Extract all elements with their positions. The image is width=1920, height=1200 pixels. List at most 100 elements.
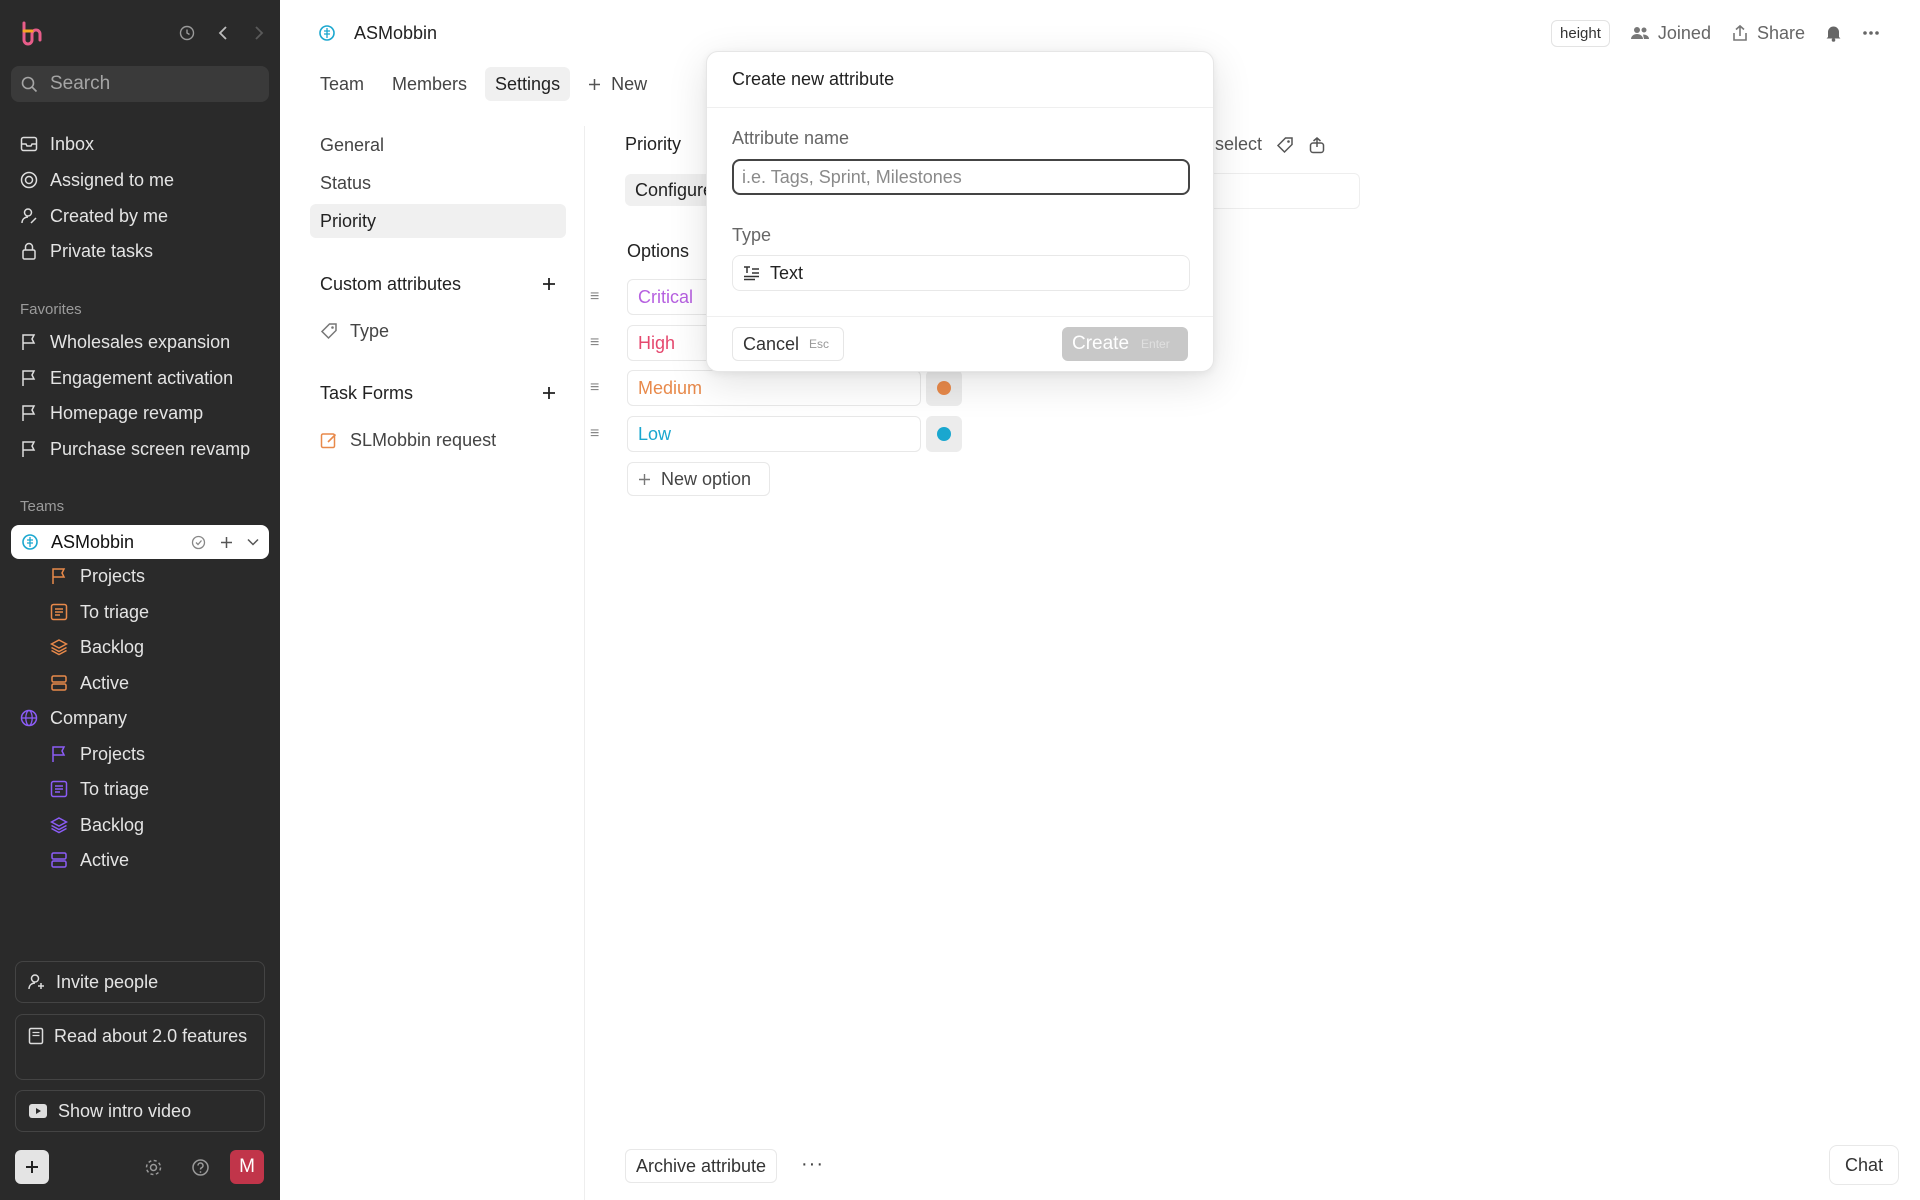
gear-icon[interactable] [144,1158,163,1177]
task-forms-heading: Task Forms [320,380,556,406]
task-form-item[interactable]: SLMobbin request [310,423,566,457]
bell-icon[interactable] [1825,24,1842,42]
sidebar-team-company[interactable]: Company [20,703,127,733]
stack-icon [50,851,68,869]
app-logo-icon[interactable] [18,20,44,46]
company-item-backlog[interactable]: Backlog [50,810,144,840]
forward-icon[interactable] [250,22,268,44]
tab-team[interactable]: Team [310,67,374,101]
company-item-projects[interactable]: Projects [50,739,145,769]
sidebar-item-private[interactable]: Private tasks [20,236,153,266]
more-icon[interactable]: ··· [801,1153,824,1176]
chevron-down-icon[interactable] [247,538,259,546]
intro-video-button[interactable]: Show intro video [15,1090,265,1132]
flag-icon [20,440,38,458]
check-circle-icon[interactable] [191,535,206,550]
history-icon[interactable] [178,22,196,44]
cancel-button[interactable]: Cancel Esc [732,327,845,361]
sidebar-item-assigned[interactable]: Assigned to me [20,165,174,195]
sidebar-item-inbox[interactable]: Inbox [20,129,94,159]
flag-icon [20,369,38,387]
tag-icon[interactable] [1276,136,1294,154]
search-placeholder: Search [50,73,111,94]
drag-handle-icon[interactable]: ≡ [590,288,599,306]
favorite-item[interactable]: Homepage revamp [20,398,203,428]
share-icon [1731,24,1749,42]
export-icon[interactable] [1308,136,1326,154]
chat-button[interactable]: Chat [1829,1145,1899,1185]
attribute-name-input[interactable] [732,159,1190,195]
height-badge[interactable]: height [1551,19,1610,47]
read-about-button[interactable]: Read about 2.0 features [15,1014,265,1080]
target-icon [20,171,38,189]
create-attribute-dialog: Create new attribute Attribute name Type… [706,51,1214,372]
stack-icon [50,674,68,692]
option-color-button[interactable] [926,416,962,452]
dialog-title: Create new attribute [732,69,895,89]
option-name-input[interactable]: Medium [627,370,921,406]
joined-button[interactable]: Joined [1630,23,1711,44]
team-item-triage[interactable]: To triage [50,597,149,627]
plus-icon[interactable] [220,536,233,549]
drag-handle-icon[interactable]: ≡ [590,425,599,443]
sidebar-item-created[interactable]: Created by me [20,201,168,231]
cancel-shortcut: Esc [809,337,830,351]
tag-icon [320,322,338,340]
plus-icon [638,473,651,486]
team-item-active[interactable]: Active [50,668,129,698]
divider [707,107,1213,108]
flag-icon [20,404,38,422]
option-row: ≡ Medium [590,370,990,406]
form-edit-icon [320,431,338,449]
new-option-button[interactable]: New option [627,462,770,496]
help-icon[interactable] [191,1158,210,1177]
flag-icon [20,333,38,351]
search-input[interactable]: Search [11,66,269,102]
attribute-description-field[interactable] [1208,173,1360,209]
flag-icon [50,567,68,585]
favorites-heading: Favorites [20,301,82,318]
flag-icon [50,745,68,763]
favorite-item[interactable]: Wholesales expansion [20,327,230,357]
color-dot [937,381,951,395]
add-attribute-plus-icon[interactable] [542,277,556,291]
archive-attribute-button[interactable]: Archive attribute [625,1149,778,1183]
avatar[interactable]: M [230,1150,264,1184]
drag-handle-icon[interactable]: ≡ [590,379,599,397]
team-brain-icon [318,24,336,42]
layers-icon [50,816,68,834]
team-item-backlog[interactable]: Backlog [50,632,144,662]
option-name-input[interactable]: Low [627,416,921,452]
text-type-icon [743,265,760,281]
company-item-triage[interactable]: To triage [50,774,149,804]
drag-handle-icon[interactable]: ≡ [590,334,599,352]
tab-new[interactable]: New [578,67,657,101]
company-item-active[interactable]: Active [50,845,129,875]
settings-nav-priority[interactable]: Priority [310,204,566,238]
sidebar-team-asmobbin[interactable]: ASMobbin [11,525,269,559]
type-label: Type [732,225,772,245]
create-shortcut: Enter [1141,337,1170,351]
option-row: ≡ Low [590,416,990,452]
search-icon [21,76,38,93]
settings-nav-general[interactable]: General [310,128,566,162]
back-icon[interactable] [214,22,232,44]
new-task-button[interactable] [15,1150,49,1184]
favorite-item[interactable]: Engagement activation [20,363,233,393]
type-select[interactable]: Text [732,255,1190,291]
plus-icon [588,78,601,91]
configure-button[interactable]: Configure [625,174,717,206]
invite-people-button[interactable]: Invite people [15,961,265,1003]
settings-nav-status[interactable]: Status [310,166,566,200]
add-form-plus-icon[interactable] [542,386,556,400]
custom-attribute-type[interactable]: Type [310,314,566,348]
team-item-projects[interactable]: Projects [50,561,145,591]
favorite-item[interactable]: Purchase screen revamp [20,434,250,464]
option-color-button[interactable] [926,370,962,406]
share-button[interactable]: Share [1731,23,1805,44]
more-icon[interactable] [1862,30,1880,36]
options-label: Options [627,241,690,261]
tab-members[interactable]: Members [382,67,477,101]
create-button[interactable]: Create Enter [1062,327,1188,361]
tab-settings[interactable]: Settings [485,67,571,101]
